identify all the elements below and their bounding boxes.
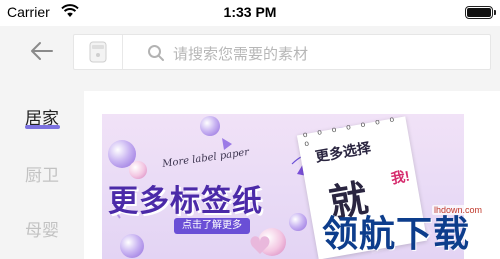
status-bar: Carrier 1:33 PM	[0, 0, 500, 26]
search-icon	[147, 44, 165, 67]
search-bar[interactable]: 请搜索您需要的素材	[73, 34, 491, 70]
label-printer-thumbnail	[83, 38, 113, 66]
status-time: 1:33 PM	[223, 4, 277, 20]
banner-title: 更多标签纸	[108, 185, 263, 218]
sidebar-item-kitchen-bath[interactable]: 厨卫	[0, 161, 84, 186]
search-input[interactable]: 请搜索您需要的素材	[173, 43, 308, 64]
active-indicator	[25, 125, 60, 129]
back-arrow-icon	[31, 42, 53, 60]
battery-icon	[465, 6, 496, 19]
learn-more-button[interactable]: 点击了解更多	[174, 218, 250, 234]
sidebar-item-mother-baby[interactable]: 母婴	[0, 216, 84, 241]
note-me-text: 我!	[389, 167, 411, 187]
watermark-url: lhdown.com	[432, 205, 485, 215]
back-button[interactable]	[26, 38, 58, 64]
sidebar-item-label: 厨卫	[25, 166, 59, 185]
sidebar-item-label: 母婴	[25, 221, 59, 240]
category-sidebar: 居家 厨卫 母婴	[0, 76, 84, 259]
top-bar: 请搜索您需要的素材	[0, 26, 500, 76]
